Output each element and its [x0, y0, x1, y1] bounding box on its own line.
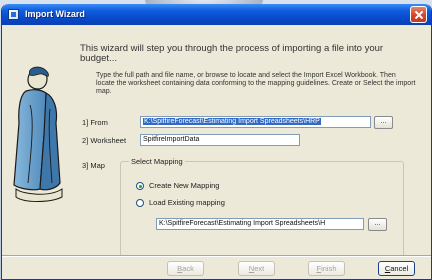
title-bar[interactable]: Import Wizard [2, 4, 431, 25]
map-label: 3] Map [82, 161, 105, 170]
button-bar: Back Next Finish Cancel [2, 255, 431, 279]
from-browse-button[interactable]: ... [374, 116, 393, 129]
from-label: 1] From [82, 118, 108, 127]
figure-illustration [13, 66, 63, 202]
from-path-value: K:\SpitfireForecast\Estimating Import Sp… [143, 118, 321, 125]
mapping-browse-button[interactable]: ... [368, 218, 387, 231]
create-new-mapping-radio[interactable] [136, 182, 144, 190]
import-wizard-window: Import Wizard This wizard will step you … [1, 4, 432, 280]
cancel-button[interactable]: Cancel [378, 261, 415, 276]
intro-text: This wizard will step you through the pr… [80, 43, 384, 64]
mapping-path-field[interactable]: K:\SpitfireForecast\Estimating Import Sp… [156, 218, 364, 230]
wizard-content: This wizard will step you through the pr… [2, 25, 431, 265]
select-mapping-title: Select Mapping [129, 157, 185, 166]
back-button[interactable]: Back [167, 261, 204, 276]
close-icon[interactable] [410, 6, 427, 23]
wizard-app-icon [8, 9, 19, 20]
from-path-field[interactable]: K:\SpitfireForecast\Estimating Import Sp… [140, 116, 371, 128]
finish-button[interactable]: Finish [308, 261, 345, 276]
footer-divider [2, 255, 431, 256]
create-new-mapping-label[interactable]: Create New Mapping [149, 181, 219, 190]
load-existing-mapping-label[interactable]: Load Existing mapping [149, 198, 225, 207]
worksheet-label: 2] Worksheet [82, 136, 127, 145]
worksheet-field[interactable]: SpitfireImportData [140, 134, 300, 146]
next-button[interactable]: Next [238, 261, 275, 276]
instructions-text: Type the full path and file name, or bro… [96, 72, 416, 95]
load-existing-mapping-radio[interactable] [136, 199, 144, 207]
window-title: Import Wizard [25, 9, 85, 19]
select-mapping-group: Select Mapping Create New Mapping Load E… [120, 157, 404, 265]
